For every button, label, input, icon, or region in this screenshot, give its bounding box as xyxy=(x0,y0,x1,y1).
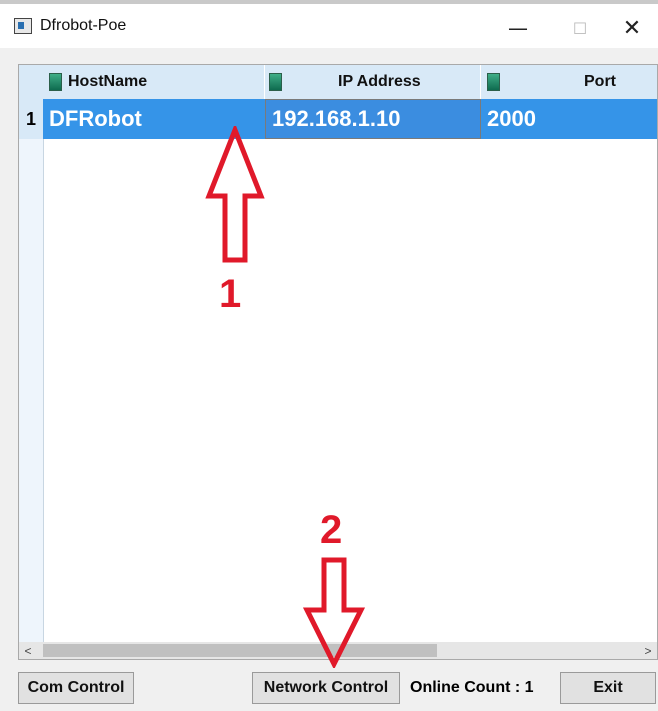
com-control-button[interactable]: Com Control xyxy=(18,672,134,704)
network-control-button[interactable]: Network Control xyxy=(252,672,400,704)
annotation-label-2: 2 xyxy=(320,508,343,552)
online-count-label: Online Count : 1 xyxy=(410,679,534,696)
maximize-button[interactable]: ☐ xyxy=(554,8,606,48)
column-header-port[interactable]: Port xyxy=(481,65,657,99)
annotation-label-1: 1 xyxy=(219,272,242,316)
database-icon xyxy=(49,73,62,91)
cell-port[interactable]: 2000 xyxy=(481,99,657,139)
column-header-ip-address[interactable]: IP Address xyxy=(265,65,481,99)
database-icon xyxy=(487,73,500,91)
table-header: HostName IP Address Port xyxy=(43,65,657,99)
window-title: Dfrobot-Poe xyxy=(40,17,127,34)
table-row[interactable]: 1 DFRobot 192.168.1.10 2000 xyxy=(19,99,657,139)
app-icon xyxy=(14,18,32,34)
column-header-label: Port xyxy=(584,73,616,90)
close-button[interactable]: ✕ xyxy=(606,8,658,48)
annotation-arrow-up-icon xyxy=(205,126,265,263)
exit-button[interactable]: Exit xyxy=(560,672,656,704)
column-header-label: IP Address xyxy=(338,73,421,90)
row-header-column xyxy=(19,139,44,643)
row-number: 1 xyxy=(19,99,43,139)
cell-ip-address[interactable]: 192.168.1.10 xyxy=(265,99,481,139)
column-header-label: HostName xyxy=(68,73,148,90)
title-bar[interactable]: Dfrobot-Poe — ☐ ✕ xyxy=(0,4,658,48)
database-icon xyxy=(269,73,282,91)
annotation-arrow-down-icon xyxy=(303,557,365,668)
column-header-hostname[interactable]: HostName xyxy=(43,65,265,99)
scrollbar-thumb[interactable] xyxy=(43,644,437,657)
scroll-right-icon[interactable]: > xyxy=(639,642,657,659)
minimize-button[interactable]: — xyxy=(492,8,544,48)
scroll-left-icon[interactable]: < xyxy=(19,642,37,659)
table-corner xyxy=(19,65,44,99)
